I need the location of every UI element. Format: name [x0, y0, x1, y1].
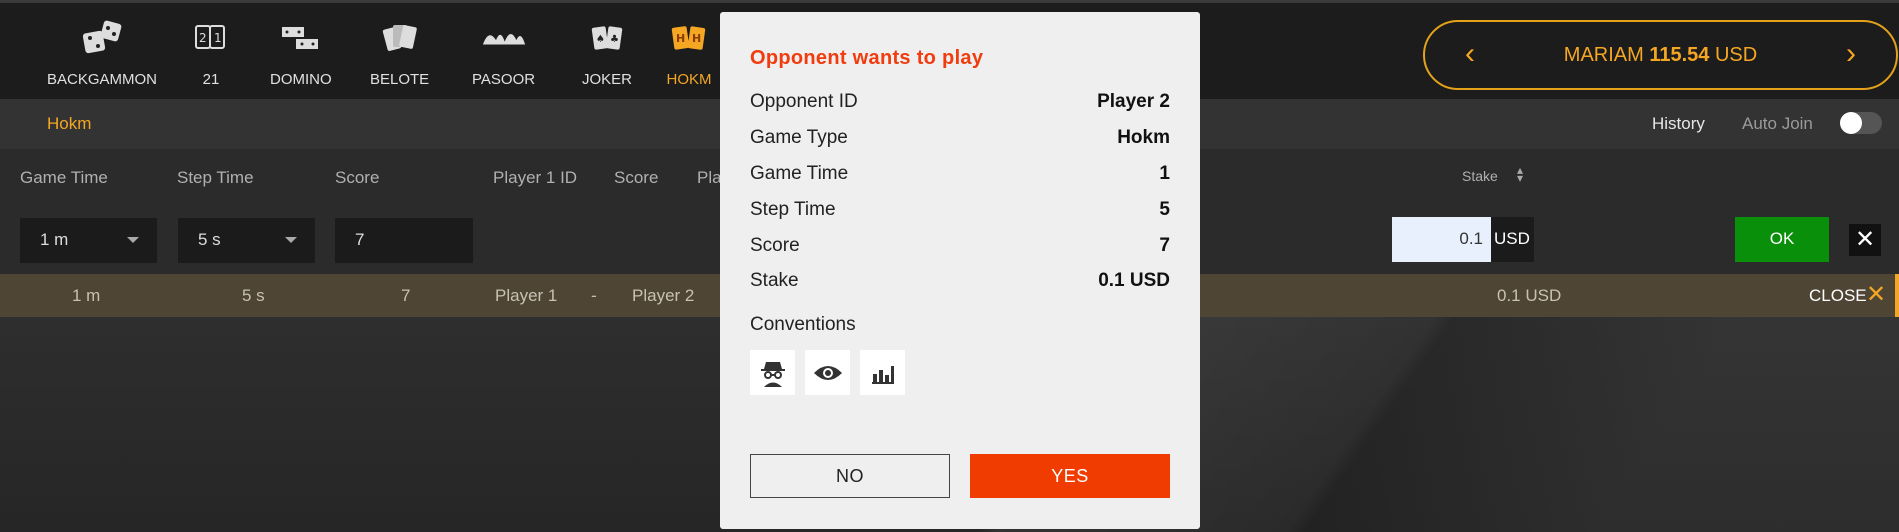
tab-label: PASOOR: [472, 71, 536, 88]
account-balance: ‹ MARIAM 115.54 USD ›: [1423, 20, 1898, 90]
row-player2: Player 2: [632, 286, 695, 305]
header-player1-id: Player 1 ID: [493, 168, 578, 187]
tab-label: DOMINO: [270, 71, 332, 88]
dice-icon: [78, 17, 126, 59]
chevron-left-icon[interactable]: ‹: [1465, 39, 1475, 69]
yes-button[interactable]: YES: [970, 454, 1170, 498]
row-close-button[interactable]: CLOSE: [1809, 286, 1867, 306]
caret-down-icon: [285, 237, 297, 243]
score-input[interactable]: 7: [335, 218, 473, 263]
balance-currency: USD: [1714, 43, 1758, 66]
svg-text:H: H: [692, 32, 701, 45]
no-button[interactable]: NO: [750, 454, 950, 498]
row-step-time: 5 s: [242, 286, 265, 305]
hokm-cards-icon: HH: [665, 17, 713, 59]
field-game-type: Game Type Hokm: [750, 127, 1170, 148]
tab-label: JOKER: [582, 71, 633, 88]
field-step-time: Step Time 5: [750, 199, 1170, 220]
stake-currency: USD: [1491, 217, 1534, 262]
row-stake: 0.1 USD: [1497, 286, 1562, 305]
svg-text:♣: ♣: [610, 34, 619, 45]
joker-cards-icon: ♠ ♣: [583, 17, 631, 59]
tab-pasoor[interactable]: PASOOR: [472, 17, 535, 97]
tab-belote[interactable]: BELOTE: [370, 17, 429, 97]
svg-text:♠: ♠: [596, 34, 605, 45]
header-score: Score: [335, 168, 380, 187]
sort-icon[interactable]: ▴ ▾: [1517, 164, 1523, 184]
balance-amount: 115.54: [1649, 43, 1710, 66]
close-icon[interactable]: ✕: [1849, 224, 1881, 256]
cards-21-icon: 21: [187, 17, 235, 59]
svg-text:1: 1: [214, 31, 222, 45]
close-icon[interactable]: ✕: [1866, 280, 1886, 309]
conventions-label: Conventions: [750, 314, 856, 335]
tab-21[interactable]: 21 21: [187, 17, 235, 97]
page-title: Hokm: [47, 114, 92, 133]
opponent-request-modal: Opponent wants to play Opponent ID Playe…: [720, 12, 1200, 529]
svg-text:2: 2: [199, 31, 207, 45]
toggle-knob: [1840, 112, 1862, 134]
account-name: MARIAM 115.54 USD: [1563, 43, 1758, 66]
belote-cards-icon: [376, 17, 424, 59]
row-player1: Player 1: [495, 286, 558, 305]
pasoor-suits-icon: [480, 17, 528, 59]
header-player2: Pla: [697, 168, 722, 187]
auto-join-toggle[interactable]: [1840, 112, 1882, 134]
auto-join-label: Auto Join: [1742, 114, 1813, 133]
caret-down-icon: [127, 237, 139, 243]
field-score: Score 7: [750, 235, 1170, 256]
step-time-select[interactable]: 5 s: [178, 218, 315, 263]
stake-input[interactable]: 0.1: [1392, 217, 1491, 262]
eye-icon: [805, 350, 850, 395]
history-link[interactable]: History: [1652, 114, 1705, 134]
spy-icon: [750, 350, 795, 395]
header-step-time: Step Time: [177, 168, 254, 187]
ok-button[interactable]: OK: [1735, 217, 1829, 262]
field-stake: Stake 0.1 USD: [750, 270, 1170, 291]
tab-label: BELOTE: [370, 71, 430, 88]
modal-title: Opponent wants to play: [750, 47, 984, 69]
header-score-2: Score: [614, 168, 659, 187]
tab-label: HOKM: [666, 71, 712, 88]
game-time-select[interactable]: 1 m: [20, 218, 157, 263]
chevron-right-icon[interactable]: ›: [1846, 39, 1856, 69]
header-game-time: Game Time: [20, 168, 108, 187]
domino-icon: [277, 17, 325, 59]
field-game-time: Game Time 1: [750, 163, 1170, 184]
tab-label: 21: [202, 71, 220, 88]
tab-label: BACKGAMMON: [47, 71, 158, 88]
tab-domino[interactable]: DOMINO: [270, 17, 332, 97]
stats-icon: [860, 350, 905, 395]
row-game-time: 1 m: [72, 286, 101, 305]
row-separator: -: [591, 286, 597, 305]
header-stake: Stake: [1462, 168, 1498, 184]
field-opponent-id: Opponent ID Player 2: [750, 91, 1170, 112]
tab-hokm[interactable]: HH HOKM: [665, 17, 713, 97]
row-score: 7: [401, 286, 411, 305]
svg-text:H: H: [676, 32, 685, 45]
tab-backgammon[interactable]: BACKGAMMON: [47, 17, 157, 97]
tab-joker[interactable]: ♠ ♣ JOKER: [582, 17, 632, 97]
